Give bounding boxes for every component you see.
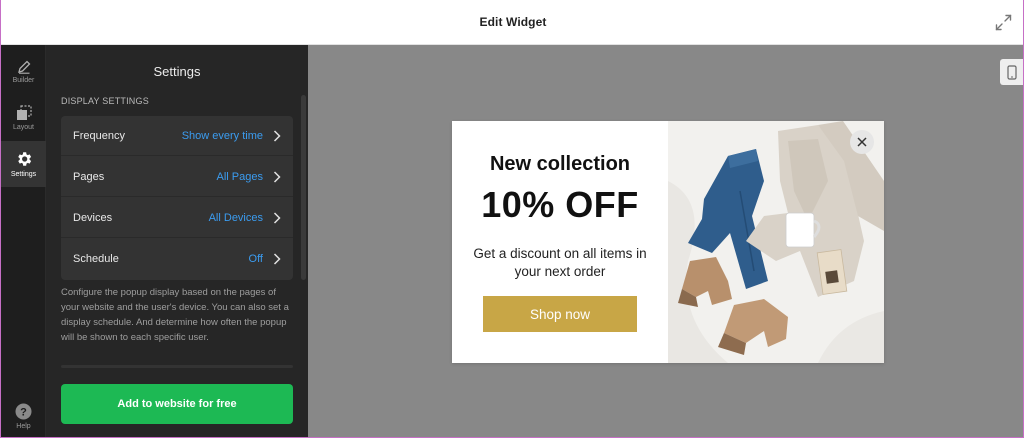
chevron-right-icon	[273, 253, 281, 265]
rail-label-builder: Builder	[12, 77, 35, 84]
pencil-icon	[17, 60, 30, 74]
help-icon: ?	[15, 403, 32, 419]
chevron-right-icon	[273, 129, 281, 142]
chevron-right-icon	[273, 170, 281, 183]
panel-title: Settings	[153, 64, 201, 79]
shop-now-button[interactable]: Shop now	[483, 296, 637, 332]
setting-name: Frequency	[73, 129, 125, 142]
mobile-preview-button[interactable]	[1000, 59, 1023, 85]
rail-label-layout: Layout	[12, 124, 35, 131]
setting-name: Pages	[73, 170, 105, 183]
setting-row-frequency[interactable]: Frequency Show every time	[61, 116, 293, 156]
svg-text:?: ?	[20, 406, 27, 418]
panel-divider	[61, 365, 293, 368]
popup-widget: New collection 10% OFF Get a discount on…	[452, 121, 884, 363]
popup-close-button[interactable]	[850, 130, 874, 154]
popup-image	[668, 121, 884, 363]
top-bar: Edit Widget	[1, 0, 1023, 45]
app-window: Edit Widget Builder Layout Settings ? He…	[0, 0, 1024, 438]
setting-name: Schedule	[73, 253, 119, 265]
setting-row-devices[interactable]: Devices All Devices	[61, 198, 293, 238]
layout-icon	[16, 105, 32, 120]
setting-name: Devices	[73, 211, 113, 224]
icon-rail: Builder Layout Settings ? Help	[1, 45, 46, 437]
close-icon	[857, 137, 867, 147]
popup-discount: 10% OFF	[481, 184, 639, 225]
preview-canvas: New collection 10% OFF Get a discount on…	[308, 45, 1023, 437]
rail-item-help[interactable]: ? Help	[1, 393, 46, 437]
setting-row-pages[interactable]: Pages All Pages	[61, 157, 293, 197]
display-settings-list: Frequency Show every time Pages All Page…	[61, 116, 293, 280]
setting-row-schedule[interactable]: Schedule Off	[61, 239, 293, 279]
chevron-right-icon	[273, 211, 281, 224]
rail-item-layout[interactable]: Layout	[1, 95, 46, 141]
expand-arrows-icon	[995, 14, 1011, 30]
rail-item-settings[interactable]: Settings	[1, 141, 46, 187]
setting-value: All Pages	[216, 170, 263, 183]
expand-button[interactable]	[993, 12, 1013, 32]
panel-scrollbar[interactable]	[301, 95, 306, 280]
popup-content: New collection 10% OFF Get a discount on…	[452, 121, 668, 363]
settings-description: Configure the popup display based on the…	[61, 287, 289, 343]
mobile-phone-icon	[1007, 64, 1017, 80]
settings-panel: Settings DISPLAY SETTINGS Frequency Show…	[46, 45, 308, 437]
popup-subtext: Get a discount on all items in your next…	[473, 246, 647, 279]
setting-value: Off	[248, 253, 263, 265]
clothing-flatlay-image	[668, 121, 884, 363]
rail-item-builder[interactable]: Builder	[1, 49, 46, 95]
setting-value: Show every time	[181, 129, 263, 142]
section-label: DISPLAY SETTINGS	[61, 96, 149, 106]
rail-label-help: Help	[16, 422, 31, 430]
rail-label-settings: Settings	[10, 171, 37, 178]
add-to-website-button[interactable]: Add to website for free	[61, 384, 293, 424]
popup-headline: New collection	[489, 153, 631, 175]
window-title: Edit Widget	[479, 15, 547, 29]
setting-value: All Devices	[208, 211, 263, 224]
gear-icon	[17, 152, 31, 166]
